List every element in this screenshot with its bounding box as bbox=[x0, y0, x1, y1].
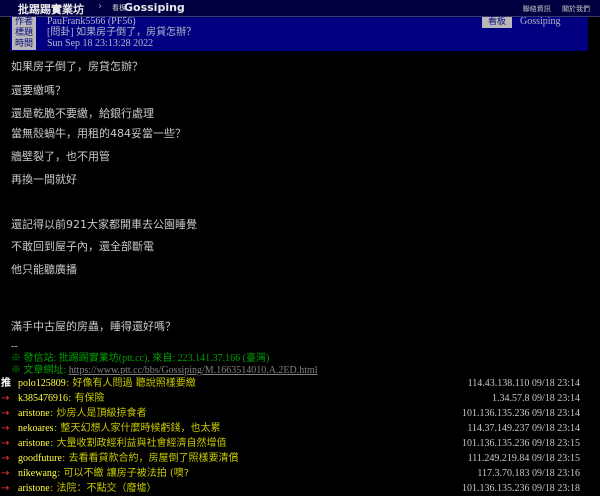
push-tag: → bbox=[1, 393, 10, 404]
content-line: 當無殼蝸牛，用租的484妥當一些？ bbox=[11, 127, 186, 140]
push-row: → aristone: 大量收割政經利益與社會經濟自然增值 101.136.135.… bbox=[0, 436, 590, 451]
push-tag: → bbox=[1, 468, 10, 479]
push-user[interactable]: aristone bbox=[18, 436, 50, 451]
push-message: : 大量收割政經利益與社會經濟自然增值 bbox=[50, 438, 227, 449]
article-meta-header: 作者 PauFrank5566 (PF56) 看板 Gossiping 標題 [… bbox=[10, 16, 588, 51]
push-ip-time: 101.136.135.236 09/18 23:18 bbox=[461, 483, 580, 494]
signature-url-prefix: ※ 文章網址: bbox=[11, 365, 69, 376]
push-message: : 整天幻想人家什麼時候虧錢，也太累 bbox=[54, 423, 221, 434]
push-message: : 去看看貸款合約，房屋倒了照樣要清償 bbox=[62, 453, 239, 464]
article-url-link[interactable]: https://www.ptt.cc/bbs/Gossiping/M.16635… bbox=[69, 365, 318, 376]
top-nav-bar: 批踢踢實業坊 › 看板 Gossiping 聯絡資訊 關於我們 bbox=[0, 0, 600, 17]
board-value: Gossiping bbox=[520, 16, 561, 27]
push-message: : 法院：不點交（廢墟） bbox=[50, 483, 157, 494]
content-line: 再換一間就好 bbox=[11, 173, 77, 186]
breadcrumb-separator: › bbox=[98, 1, 102, 12]
push-user[interactable]: aristone bbox=[18, 481, 50, 496]
push-ip-time: 101.136.135.236 09/18 23:14 bbox=[461, 408, 580, 419]
about-link[interactable]: 關於我們 bbox=[562, 5, 590, 13]
push-row: 推 polo125809: 好像有人問過 聽說照樣要繳 114.43.138.110… bbox=[0, 376, 590, 391]
content-line: 還是乾脆不要繳，給銀行處理 bbox=[11, 107, 154, 120]
time-value: Sun Sep 18 23:13:28 2022 bbox=[47, 38, 154, 49]
signature-origin-line: ※ 發信站: 批踢踢實業坊(ptt.cc), 來自: 223.141.37.16… bbox=[11, 353, 270, 364]
push-message: : 炒房人是頂級掠食者 bbox=[50, 408, 147, 419]
push-ip-time: 114.43.138.110 09/18 23:14 bbox=[467, 378, 580, 389]
push-message: : 有保險 bbox=[68, 393, 105, 404]
push-user[interactable]: aristone bbox=[18, 406, 50, 421]
push-user[interactable]: polo125809 bbox=[18, 376, 66, 391]
push-user[interactable]: nikewang bbox=[18, 466, 57, 481]
push-user[interactable]: goodfuture bbox=[18, 451, 62, 466]
signature-separator: -- bbox=[11, 341, 18, 352]
push-ip-time: 114.37.149.237 09/18 23:14 bbox=[467, 423, 580, 434]
push-tag: → bbox=[1, 438, 10, 449]
push-row: → nikewang: 可以不繳 讓房子被法拍 (噢? 117.3.70.183 0… bbox=[0, 466, 590, 481]
push-row: → nekoares: 整天幻想人家什麼時候虧錢，也太累 114.37.149.23… bbox=[0, 421, 590, 436]
push-message: : 好像有人問過 聽說照樣要繳 bbox=[66, 378, 196, 389]
push-ip-time: 1.34.57.8 09/18 23:14 bbox=[491, 393, 580, 404]
push-user[interactable]: k385476916 bbox=[18, 391, 68, 406]
push-row: → aristone: 炒房人是頂級掠食者 101.136.135.236 09/1… bbox=[0, 406, 590, 421]
push-user[interactable]: nekoares bbox=[18, 421, 54, 436]
push-message: : 可以不繳 讓房子被法拍 (噢? bbox=[57, 468, 190, 479]
push-tag: → bbox=[1, 408, 10, 419]
content-line: 不敢回到屋子內，還全部斷電 bbox=[11, 240, 154, 253]
contact-link[interactable]: 聯絡資訊 bbox=[523, 5, 551, 13]
push-row: → goodfuture: 去看看貸款合約，房屋倒了照樣要清償 111.249.21… bbox=[0, 451, 590, 466]
time-label: 時間 bbox=[12, 39, 36, 50]
site-name-link[interactable]: 批踢踢實業坊 bbox=[18, 1, 84, 17]
content-line: 滿手中古屋的房蟲，睡得還好嗎？ bbox=[11, 320, 176, 333]
top-links: 聯絡資訊 關於我們 bbox=[514, 4, 590, 14]
content-line: 還要繳嗎？ bbox=[11, 84, 66, 97]
content-line: 還記得以前921大家都開車去公園睡覺 bbox=[11, 218, 197, 231]
push-row: → aristone: 法院：不點交（廢墟） 101.136.135.236 09/… bbox=[0, 481, 590, 496]
content-line: 他只能聽廣播 bbox=[11, 263, 77, 276]
push-tag: → bbox=[1, 483, 10, 494]
push-row: → k385476916: 有保險 1.34.57.8 09/18 23:14 bbox=[0, 391, 590, 406]
push-tag: 推 bbox=[1, 378, 11, 389]
push-ip-time: 117.3.70.183 09/18 23:16 bbox=[477, 468, 580, 479]
push-ip-time: 101.136.135.236 09/18 23:15 bbox=[461, 438, 580, 449]
time-row: 時間 Sun Sep 18 23:13:28 2022 bbox=[10, 38, 588, 50]
push-tag: → bbox=[1, 423, 10, 434]
push-ip-time: 111.249.219.84 09/18 23:15 bbox=[467, 453, 580, 464]
content-line: 如果房子倒了，房貸怎辦？ bbox=[11, 60, 143, 73]
board-name-link[interactable]: Gossiping bbox=[124, 1, 185, 14]
board-label: 看板 bbox=[482, 17, 512, 28]
title-label: 標題 bbox=[12, 28, 36, 39]
author-label: 作者 bbox=[12, 17, 36, 28]
content-line: 牆壁裂了，也不用管 bbox=[11, 150, 110, 163]
push-tag: → bbox=[1, 453, 10, 464]
